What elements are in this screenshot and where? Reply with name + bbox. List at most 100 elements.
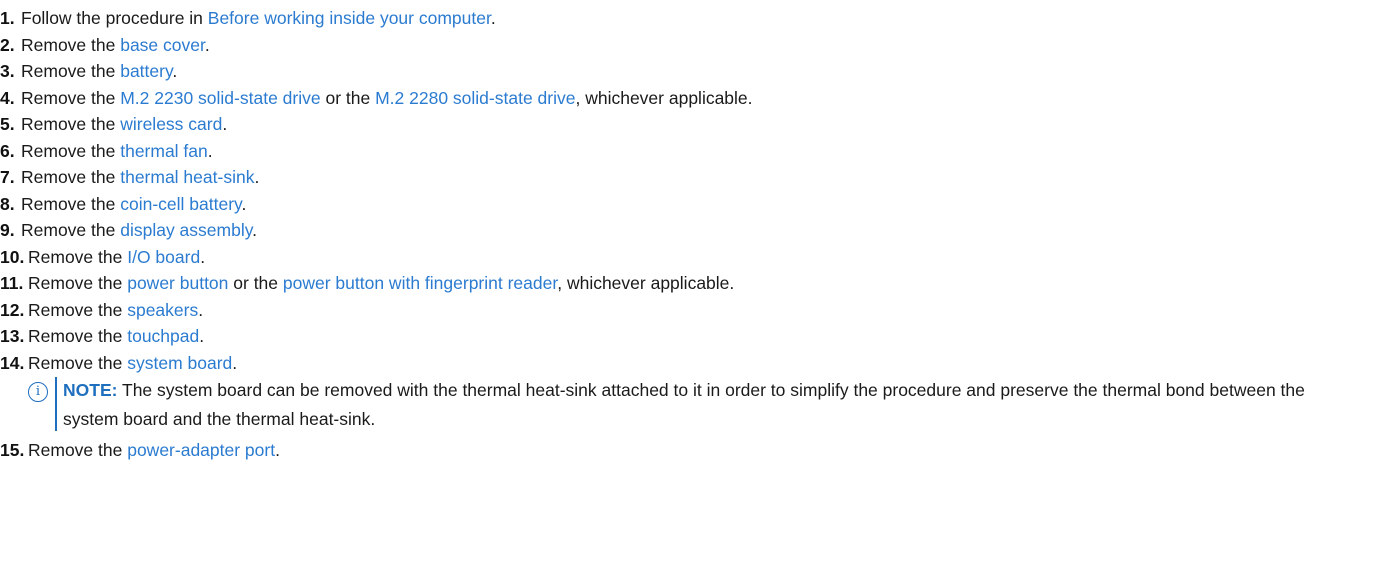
step-link[interactable]: M.2 2280 solid-state drive	[375, 88, 575, 108]
step-text-fragment: Remove the	[21, 193, 121, 214]
step-text: Remove the speakers.	[28, 297, 203, 323]
step-text-fragment: Remove the	[21, 220, 121, 240]
step-text-fragment: Remove the	[21, 34, 121, 55]
step-item: 11. Remove the power button or the power …	[0, 270, 1381, 297]
procedure-steps-list: 1. Follow the procedure in Before working…	[0, 5, 1381, 464]
step-text-fragment: Remove the	[21, 87, 121, 108]
step-number: 2.	[0, 34, 15, 55]
step-text-fragment: or the	[320, 87, 376, 108]
note-divider	[55, 377, 57, 431]
step-number: 9.	[0, 220, 15, 240]
step-text-fragment: .	[241, 193, 247, 214]
step-link[interactable]: I/O board	[127, 247, 200, 267]
step-link[interactable]: battery	[120, 61, 172, 81]
step-link[interactable]: wireless card	[120, 114, 222, 134]
step-item: 10. Remove the I/O board.	[0, 244, 1381, 271]
note-label: NOTE:	[63, 380, 118, 400]
step-text-fragment: .	[207, 140, 213, 161]
step-text-fragment: Remove the	[28, 299, 128, 320]
step-item: 4. Remove the M.2 2230 solid-state drive …	[0, 85, 1381, 112]
step-text: Remove the I/O board.	[28, 244, 205, 270]
step-link[interactable]: speakers	[127, 300, 198, 320]
step-item: 3. Remove the battery.	[0, 58, 1381, 85]
step-text: Follow the procedure in Before working i…	[21, 5, 496, 31]
step-item: 2. Remove the base cover.	[0, 32, 1381, 59]
step-text-fragment: Remove the	[28, 440, 128, 460]
step-link[interactable]: power-adapter port	[127, 440, 275, 460]
step-text-fragment: Remove the	[21, 167, 121, 187]
step-text: Remove the coin-cell battery.	[21, 191, 246, 217]
step-link[interactable]: power button	[127, 273, 228, 293]
info-icon: i	[28, 382, 48, 402]
step-text-fragment: .	[172, 61, 178, 81]
step-text: Remove the power-adapter port.	[28, 437, 280, 463]
step-link[interactable]: system board	[127, 353, 232, 373]
step-text-fragment: Remove the	[28, 273, 128, 293]
step-number: 4.	[0, 87, 15, 108]
step-item: 5. Remove the wireless card.	[0, 111, 1381, 138]
step-item: 1. Follow the procedure in Before working…	[0, 5, 1381, 32]
step-item: 7. Remove the thermal heat-sink.	[0, 164, 1381, 191]
step-number: 12.	[0, 299, 25, 320]
step-number: 5.	[0, 114, 15, 134]
step-text-fragment: .	[200, 246, 206, 267]
step-number: 8.	[0, 193, 15, 214]
step-number: 10.	[0, 246, 25, 267]
step-item: 15. Remove the power-adapter port.	[0, 437, 1381, 464]
step-text-fragment: or the	[228, 273, 283, 293]
step-text: Remove the wireless card.	[21, 111, 227, 137]
step-link[interactable]: thermal heat-sink	[120, 167, 254, 187]
step-text: Remove the display assembly.	[21, 217, 257, 243]
step-text: Remove the base cover.	[21, 32, 210, 58]
step-text-fragment: Remove the	[21, 114, 121, 134]
step-link[interactable]: M.2 2230 solid-state drive	[120, 88, 320, 108]
step-text: Remove the thermal fan.	[21, 138, 213, 164]
step-item: 8. Remove the coin-cell battery.	[0, 191, 1381, 218]
step-text-fragment: Remove the	[28, 246, 128, 267]
step-text-fragment: , whichever applicable.	[557, 273, 735, 293]
step-link[interactable]: touchpad	[127, 326, 199, 346]
step-number: 13.	[0, 326, 25, 346]
step-text-fragment: .	[198, 299, 204, 320]
step-item: 14. Remove the system board.	[0, 350, 1381, 377]
step-text: Remove the battery.	[21, 58, 177, 84]
step-text-fragment: .	[222, 114, 228, 134]
note-callout: i NOTE: The system board can be removed …	[28, 376, 1381, 435]
step-text-fragment: Remove the	[21, 61, 121, 81]
step-number: 6.	[0, 140, 15, 161]
step-item: 9. Remove the display assembly.	[0, 217, 1381, 244]
step-text-fragment: .	[199, 326, 205, 346]
step-text: Remove the power button or the power but…	[28, 270, 734, 296]
step-text-fragment: .	[204, 34, 210, 55]
step-text: Remove the system board.	[28, 350, 237, 376]
step-item: 13. Remove the touchpad.	[0, 323, 1381, 350]
step-number: 15.	[0, 440, 25, 460]
step-text-fragment: .	[275, 440, 280, 460]
step-text-fragment: Remove the	[21, 140, 121, 161]
step-number: 11.	[0, 273, 24, 293]
step-text-fragment: Remove the	[28, 352, 128, 373]
step-text-fragment: Follow the procedure in	[21, 8, 208, 28]
step-number: 14.	[0, 352, 25, 373]
step-item: 12. Remove the speakers.	[0, 297, 1381, 324]
note-text: The system board can be removed with the…	[63, 380, 1305, 429]
step-number: 1.	[0, 8, 15, 28]
step-link[interactable]: display assembly	[120, 220, 252, 240]
step-link[interactable]: thermal fan	[120, 141, 208, 161]
step-text: Remove the thermal heat-sink.	[21, 164, 259, 190]
step-link[interactable]: power button with fingerprint reader	[283, 273, 557, 293]
step-text: Remove the touchpad.	[28, 323, 204, 349]
step-link[interactable]: base cover	[120, 35, 205, 55]
step-link[interactable]: Before working inside your computer	[208, 8, 491, 28]
step-number: 3.	[0, 61, 15, 81]
step-item: 6. Remove the thermal fan.	[0, 138, 1381, 165]
step-link[interactable]: coin-cell battery	[120, 194, 241, 214]
step-text-fragment: .	[254, 167, 260, 187]
step-text-fragment: , whichever applicable.	[575, 87, 753, 108]
step-number: 7.	[0, 167, 15, 187]
step-text-fragment: Remove the	[28, 326, 128, 346]
step-text-fragment: .	[490, 8, 496, 28]
step-text-fragment: .	[232, 352, 238, 373]
note-body: NOTE: The system board can be removed wi…	[63, 376, 1363, 434]
step-text-fragment: .	[252, 220, 258, 240]
